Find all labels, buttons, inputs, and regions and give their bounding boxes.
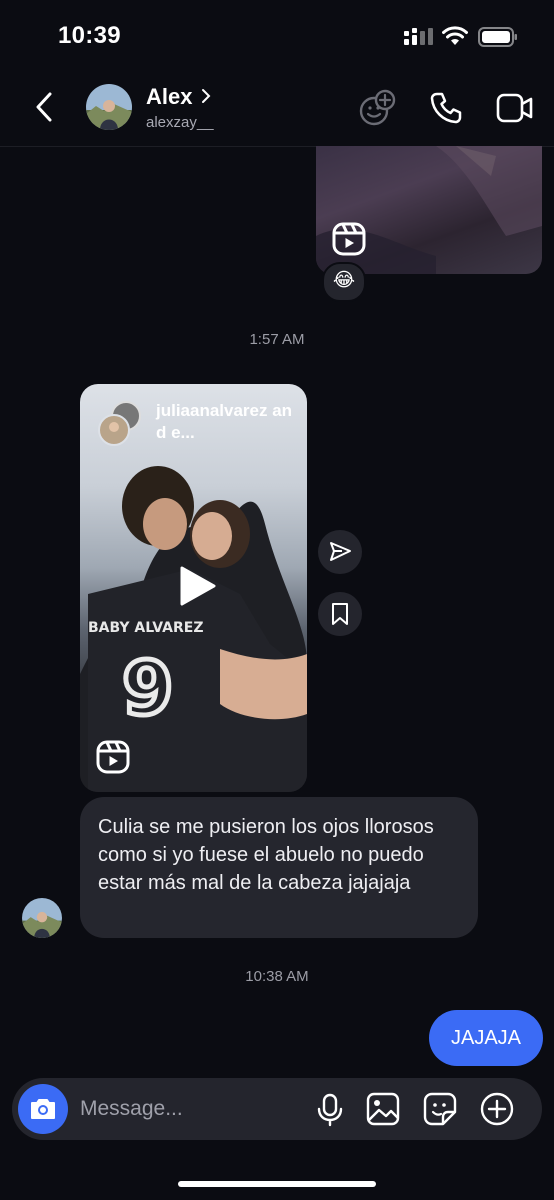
home-indicator [178,1181,376,1187]
camera-icon [31,1099,55,1119]
sent-message[interactable]: JAJAJA [429,1010,543,1066]
reel-icon [332,222,366,256]
call-button[interactable] [428,90,464,126]
timestamp: 1:57 AM [249,331,305,348]
avatar[interactable] [86,84,132,130]
video-camera-icon [496,93,533,123]
sticker-button[interactable] [423,1092,457,1126]
chevron-left-icon [36,92,52,122]
save-button[interactable] [318,592,362,636]
sent-reel-preview[interactable] [316,146,542,274]
send-icon [330,542,351,561]
add-button[interactable] [480,1092,514,1126]
svg-text:BABY ALVAREZ: BABY ALVAREZ [88,620,203,636]
timestamp: 10:38 AM [245,968,309,985]
image-icon [366,1092,400,1126]
wifi-icon [442,25,468,47]
cellular-signal-icon [404,28,434,46]
sender-avatar[interactable] [22,898,62,938]
effects-button[interactable] [358,89,396,127]
message-input[interactable]: Message... [80,1097,183,1121]
shared-reel-card[interactable]: BABY ALVAREZ 9 juliaanalvarez and e... [80,384,307,792]
microphone-button[interactable] [314,1093,346,1127]
battery-icon [478,27,518,47]
message-composer: Message... [12,1078,542,1140]
chevron-right-icon[interactable] [200,88,212,104]
contact-name[interactable]: Alex [146,84,192,110]
reaction-emoji[interactable]: 😂 [322,262,366,302]
post-author-avatars [96,400,144,448]
microphone-icon [317,1093,343,1127]
plus-circle-icon [480,1092,514,1126]
phone-icon [430,92,462,124]
received-message[interactable]: Culia se me pusieron los ojos llorosos c… [80,797,478,938]
video-call-button[interactable] [496,92,534,124]
effects-icon [359,89,396,126]
play-icon[interactable] [174,564,218,608]
contact-handle: alexzay__ [146,114,214,131]
bookmark-icon [332,603,348,625]
back-button[interactable] [32,90,58,124]
post-username: juliaanalvarez and e... [156,401,293,442]
svg-text:9: 9 [122,646,174,732]
sticker-icon [423,1092,457,1126]
camera-button[interactable] [18,1084,68,1134]
status-time: 10:39 [58,22,121,49]
share-button[interactable] [318,530,362,574]
gallery-button[interactable] [366,1092,400,1126]
reel-icon [96,740,130,774]
